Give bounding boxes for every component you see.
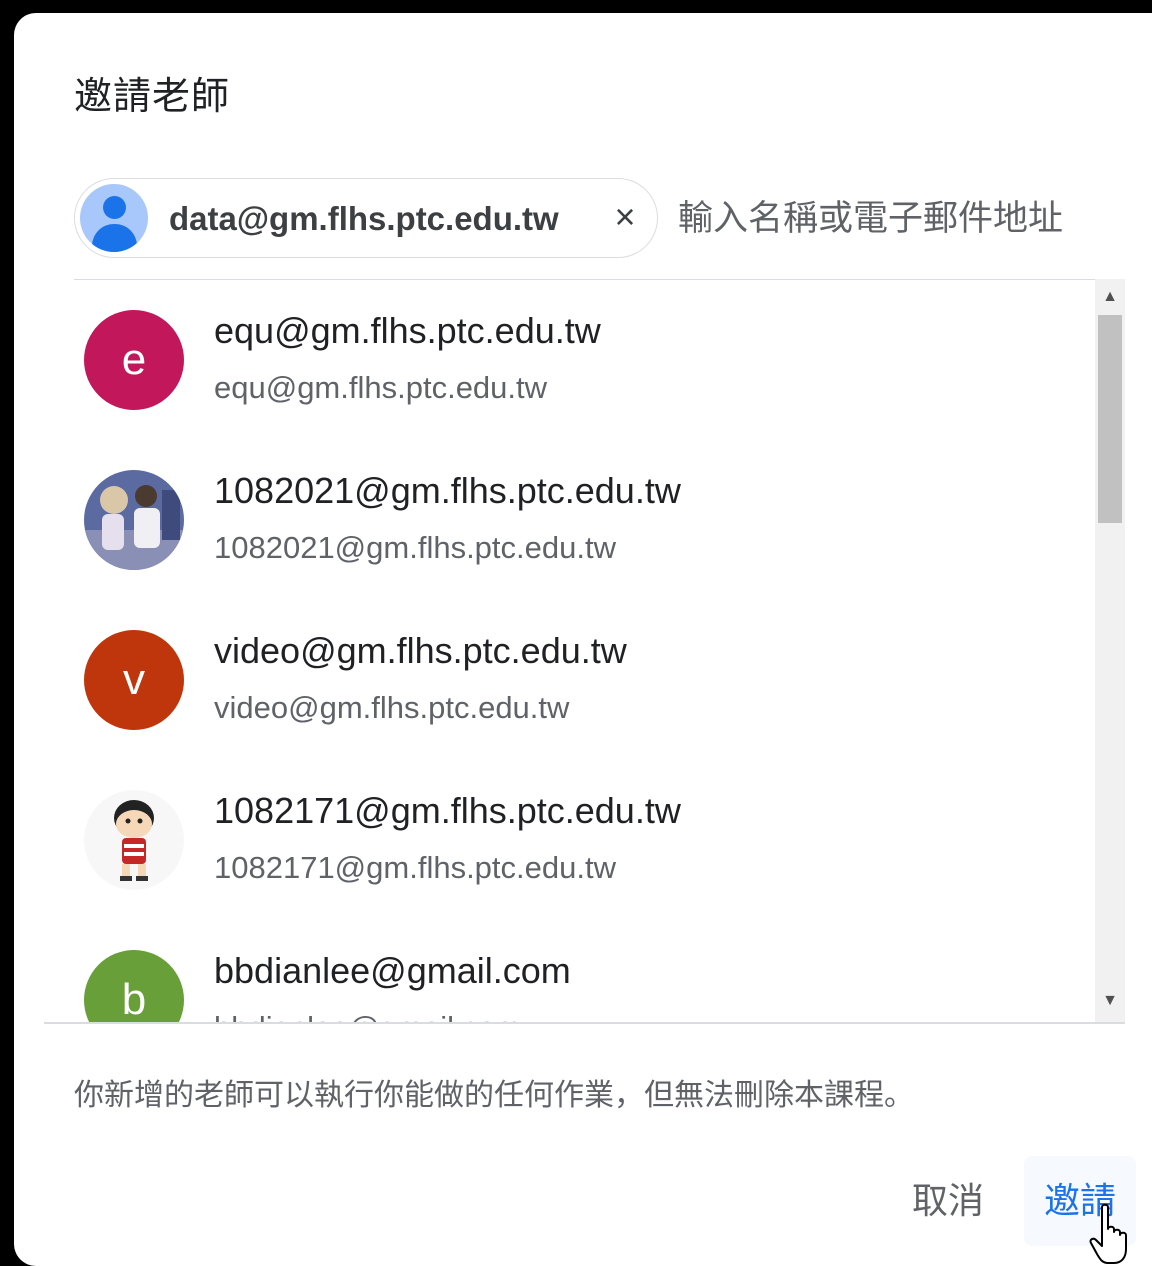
avatar: v: [84, 630, 184, 730]
suggestion-name: 1082021@gm.flhs.ptc.edu.tw: [214, 470, 681, 511]
avatar: [84, 470, 184, 570]
avatar: b: [84, 950, 184, 1023]
avatar: e: [84, 310, 184, 410]
suggestion-name: equ@gm.flhs.ptc.edu.tw: [214, 310, 601, 351]
list-item[interactable]: v video@gm.flhs.ptc.edu.tw video@gm.flhs…: [74, 600, 1095, 760]
close-icon[interactable]: ×: [605, 197, 645, 237]
suggestion-email: video@gm.flhs.ptc.edu.tw: [214, 690, 570, 725]
list-item[interactable]: 1082021@gm.flhs.ptc.edu.tw 1082021@gm.fl…: [74, 440, 1095, 600]
dialog-title: 邀請老師: [74, 76, 231, 118]
divider: [44, 1022, 1125, 1024]
suggestion-email: 1082171@gm.flhs.ptc.edu.tw: [214, 850, 616, 885]
scroll-thumb[interactable]: [1098, 315, 1122, 523]
suggestion-list: e equ@gm.flhs.ptc.edu.tw equ@gm.flhs.ptc…: [74, 279, 1095, 1023]
selected-recipient-chip[interactable]: data@gm.flhs.ptc.edu.tw ×: [74, 178, 658, 258]
suggestion-email: equ@gm.flhs.ptc.edu.tw: [214, 370, 548, 405]
list-item[interactable]: e equ@gm.flhs.ptc.edu.tw equ@gm.flhs.ptc…: [74, 280, 1095, 440]
suggestion-email: 1082021@gm.flhs.ptc.edu.tw: [214, 530, 616, 565]
cancel-button[interactable]: 取消: [894, 1156, 1002, 1246]
scroll-down-arrow-icon[interactable]: ▼: [1095, 991, 1125, 1011]
invite-teachers-dialog: 邀請老師 data@gm.flhs.ptc.edu.tw × e equ@gm.…: [14, 13, 1152, 1266]
avatar: [84, 790, 184, 890]
scroll-up-arrow-icon[interactable]: ▲: [1095, 287, 1125, 307]
permission-note: 你新增的老師可以執行你能做的任何作業，但無法刪除本課程。: [74, 1079, 914, 1112]
list-item[interactable]: b bbdianlee@gmail.com bbdianlee@gmail.co…: [74, 920, 1095, 1023]
default-avatar-icon: [80, 184, 148, 252]
recipient-search-input[interactable]: [678, 195, 1148, 243]
scrollbar[interactable]: ▲ ▼: [1095, 279, 1125, 1023]
chip-email: data@gm.flhs.ptc.edu.tw: [169, 200, 559, 237]
suggestion-name: bbdianlee@gmail.com: [214, 950, 571, 991]
suggestion-name: video@gm.flhs.ptc.edu.tw: [214, 630, 627, 671]
hand-cursor-icon: [1089, 1203, 1127, 1264]
suggestion-name: 1082171@gm.flhs.ptc.edu.tw: [214, 790, 681, 831]
list-item[interactable]: 1082171@gm.flhs.ptc.edu.tw 1082171@gm.fl…: [74, 760, 1095, 920]
